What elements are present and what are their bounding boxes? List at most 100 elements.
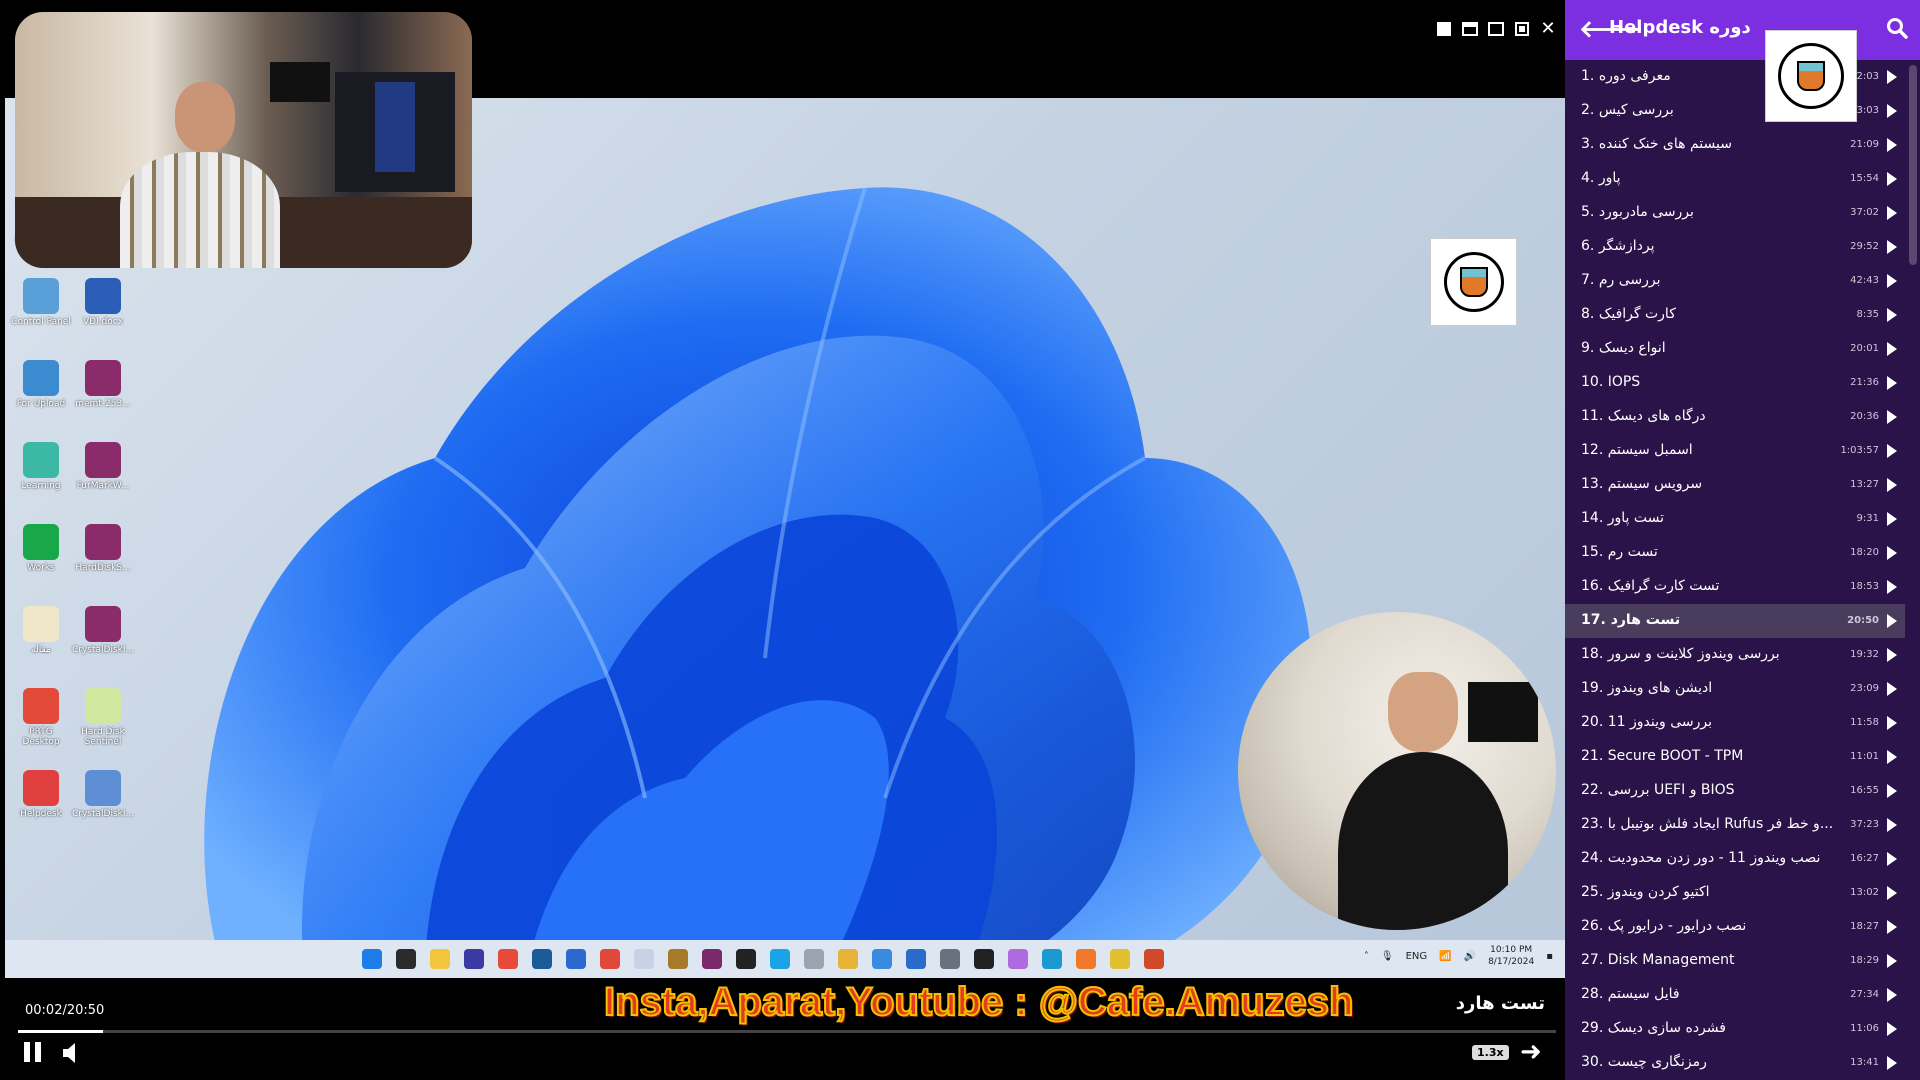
desktop-icon[interactable]: CrystalDiskI...: [72, 770, 134, 819]
maximize-icon[interactable]: [1487, 20, 1505, 38]
episode-item[interactable]: 15. تست رم 18:20: [1565, 536, 1905, 570]
location-icon[interactable]: [736, 949, 756, 969]
play-icon[interactable]: [1887, 1022, 1897, 1036]
play-icon[interactable]: [1887, 410, 1897, 424]
settings-icon[interactable]: [872, 949, 892, 969]
play-icon[interactable]: [1887, 988, 1897, 1002]
play-icon[interactable]: [1887, 376, 1897, 390]
episode-item[interactable]: 12. اسمبل سیستم 1:03:57: [1565, 434, 1905, 468]
desktop-icon[interactable]: CrystalDiskI...: [72, 606, 134, 655]
desktop-icon[interactable]: memt-253...: [72, 360, 134, 409]
desktop-icon[interactable]: Hard Disk Sentinel: [72, 688, 134, 747]
desktop-icon[interactable]: VDI.docx: [72, 278, 134, 327]
edit-icon[interactable]: [804, 949, 824, 969]
play-icon[interactable]: [1887, 852, 1897, 866]
speed-button[interactable]: 1.3x: [1472, 1045, 1509, 1060]
episode-item[interactable]: 16. تست کارت گرافیک 18:53: [1565, 570, 1905, 604]
play-icon[interactable]: [1887, 478, 1897, 492]
episode-item[interactable]: 24. نصب ویندوز 11 - دور زدن محدودیت 16:27: [1565, 842, 1905, 876]
episode-item[interactable]: 7. بررسی رم 42:43: [1565, 264, 1905, 298]
episode-item[interactable]: 29. فشرده سازی دیسک 11:06: [1565, 1012, 1905, 1046]
play-icon[interactable]: [1887, 1056, 1897, 1070]
search-icon[interactable]: [1886, 17, 1908, 39]
winrar-icon[interactable]: [702, 949, 722, 969]
next-arrow-icon[interactable]: ➜: [1520, 1038, 1542, 1066]
play-icon[interactable]: [1887, 716, 1897, 730]
pause-button[interactable]: [24, 1042, 46, 1064]
play-icon[interactable]: [1887, 342, 1897, 356]
play-icon[interactable]: [1887, 886, 1897, 900]
picture-in-picture-icon[interactable]: [1513, 20, 1531, 38]
progress-bar[interactable]: [18, 1030, 1556, 1033]
episode-item[interactable]: 17. تست هارد 20:50: [1565, 604, 1905, 638]
powerpoint-icon[interactable]: [1144, 949, 1164, 969]
episode-item[interactable]: 27. Disk Management 18:29: [1565, 944, 1905, 978]
episode-item[interactable]: 26. نصب درایور - درایور پک 18:27: [1565, 910, 1905, 944]
episode-item[interactable]: 14. تست پاور 9:31: [1565, 502, 1905, 536]
widgets-icon[interactable]: [396, 949, 416, 969]
anydesk-icon[interactable]: [498, 949, 518, 969]
desktop-icon[interactable]: مقاله: [10, 606, 72, 655]
chevron-up-icon[interactable]: ˄: [1364, 951, 1369, 962]
desktop-icon[interactable]: For Upload: [10, 360, 72, 409]
clock[interactable]: 10:10 PM 8/17/2024: [1488, 944, 1534, 968]
episode-item[interactable]: 19. ادیشن های ویندوز 23:09: [1565, 672, 1905, 706]
play-icon[interactable]: [1887, 920, 1897, 934]
firefox-icon[interactable]: [1076, 949, 1096, 969]
play-icon[interactable]: [1887, 546, 1897, 560]
episode-item[interactable]: 20. بررسی ویندوز 11 11:58: [1565, 706, 1905, 740]
microphone-icon[interactable]: 🎙: [1381, 951, 1394, 962]
episode-item[interactable]: 10. IOPS 21:36: [1565, 366, 1905, 400]
split-view-icon[interactable]: [1461, 20, 1479, 38]
episode-item[interactable]: 18. بررسی ویندوز کلاینت و سرور 19:32: [1565, 638, 1905, 672]
skype-icon[interactable]: [770, 949, 790, 969]
play-icon[interactable]: [1887, 70, 1897, 84]
play-icon[interactable]: [1887, 138, 1897, 152]
play-icon[interactable]: [1887, 648, 1897, 662]
episode-item[interactable]: 25. اکتیو کردن ویندوز 13:02: [1565, 876, 1905, 910]
virtualbox-icon[interactable]: [906, 949, 926, 969]
episode-item[interactable]: 30. رمزنگاری چیست 13:41: [1565, 1046, 1905, 1080]
episode-item[interactable]: 8. کارت گرافیک 8:35: [1565, 298, 1905, 332]
episode-item[interactable]: 9. انواع دیسک 20:01: [1565, 332, 1905, 366]
close-icon[interactable]: ✕: [1539, 20, 1557, 38]
mini-mode-icon[interactable]: [1435, 20, 1453, 38]
episode-item[interactable]: 6. پردازشگر 29:52: [1565, 230, 1905, 264]
play-icon[interactable]: [1887, 784, 1897, 798]
play-icon[interactable]: [1887, 614, 1897, 628]
episode-item[interactable]: 11. درگاه های دیسک 20:36: [1565, 400, 1905, 434]
tool-icon[interactable]: [668, 949, 688, 969]
play-icon[interactable]: [1887, 444, 1897, 458]
play-icon[interactable]: [1887, 308, 1897, 322]
episode-item[interactable]: 3. سیستم های خنک کننده 21:09: [1565, 128, 1905, 162]
volume-icon[interactable]: [63, 1042, 81, 1064]
play-icon[interactable]: [1887, 580, 1897, 594]
desktop-icon[interactable]: PRTG Desktop: [10, 688, 72, 747]
music-icon[interactable]: [634, 949, 654, 969]
play-icon[interactable]: [1887, 682, 1897, 696]
play-icon[interactable]: [1887, 274, 1897, 288]
notification-icon[interactable]: ▪: [1546, 951, 1553, 962]
episode-item[interactable]: 5. بررسی مادربورد 37:02: [1565, 196, 1905, 230]
camera-icon[interactable]: [940, 949, 960, 969]
desktop-icon[interactable]: FurMarkW...: [72, 442, 134, 491]
desktop-icon[interactable]: HardDiskS...: [72, 524, 134, 573]
video-player[interactable]: ✕ Control Panel VDI.docx For Upload memt…: [0, 0, 1565, 1080]
episode-item[interactable]: 13. سرویس سیستم 13:27: [1565, 468, 1905, 502]
play-icon[interactable]: [1887, 206, 1897, 220]
episode-item[interactable]: 4. پاور 15:54: [1565, 162, 1905, 196]
app-s-icon[interactable]: [600, 949, 620, 969]
file-explorer-icon[interactable]: [430, 949, 450, 969]
play-icon[interactable]: [1887, 818, 1897, 832]
start-icon[interactable]: [362, 949, 382, 969]
security-icon[interactable]: [464, 949, 484, 969]
desktop-icon[interactable]: Learning: [10, 442, 72, 491]
play-icon[interactable]: [1887, 750, 1897, 764]
episode-item[interactable]: 22. بررسی UEFI و BIOS 16:55: [1565, 774, 1905, 808]
network-icon[interactable]: [532, 949, 552, 969]
sidebar-scrollbar[interactable]: [1909, 65, 1917, 265]
desktop-icon[interactable]: Helpdesk: [10, 770, 72, 819]
drive-icon[interactable]: [566, 949, 586, 969]
play-icon[interactable]: [1887, 240, 1897, 254]
desktop-icon[interactable]: Works: [10, 524, 72, 573]
